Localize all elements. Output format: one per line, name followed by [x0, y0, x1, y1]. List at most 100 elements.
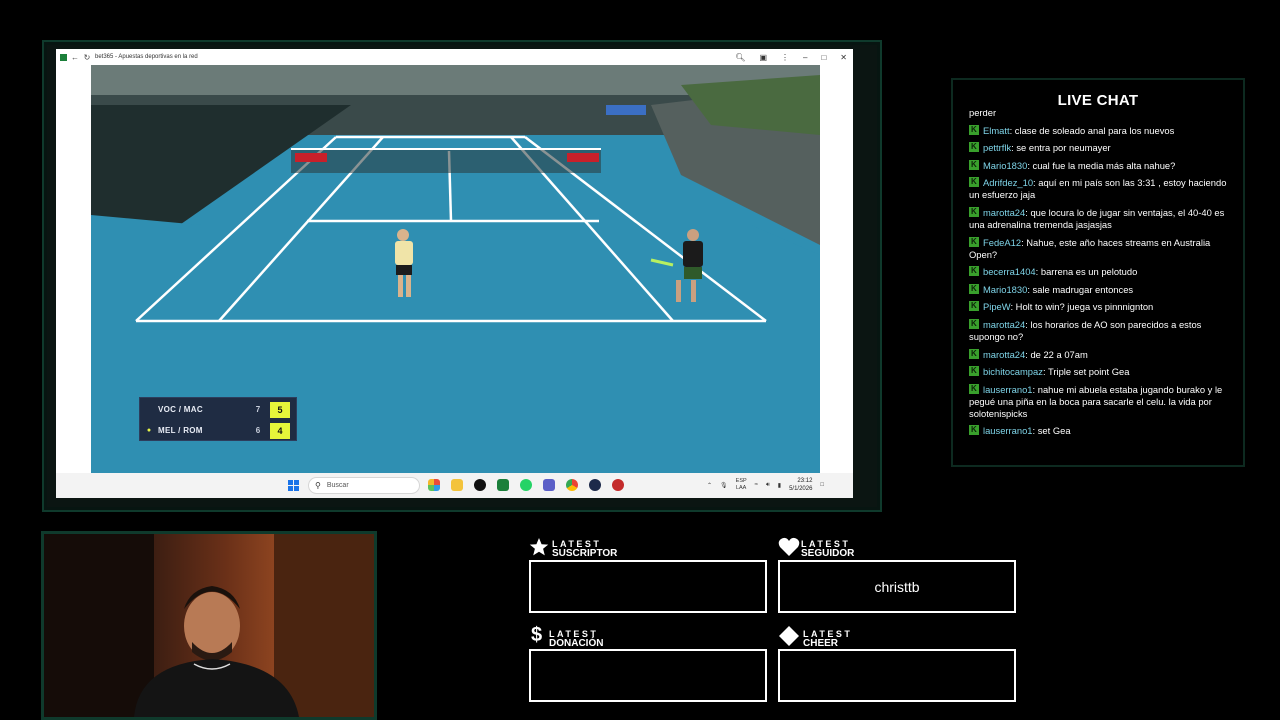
chat-message: pettrflk: se entra por neumayer [969, 141, 1231, 154]
system-tray: ⌃ 🎙︎ ESP LAA ≈ 🔊︎ ▮ 23:12 5/1/2026 □ [707, 477, 824, 493]
chat-text: Triple set point Gea [1047, 366, 1130, 378]
chat-text: se entra por neumayer [1016, 142, 1111, 154]
chat-message: FedeA12: Nahue, este año haces streams e… [969, 236, 1231, 261]
extensions-icon[interactable]: ▣ [759, 53, 767, 62]
streamer-webcam [44, 534, 374, 717]
latest-donacion-box [529, 649, 767, 702]
chat-message: becerra1404: barrena es un pelotudo [969, 265, 1231, 278]
minimize-button[interactable]: – [803, 53, 807, 62]
zoom-icon[interactable]: 🔍︎ [735, 53, 745, 62]
chat-text: clase de soleado anal para los nuevos [1014, 124, 1175, 136]
lang-top: ESP [735, 478, 747, 484]
kick-badge-icon [969, 318, 979, 330]
chat-username[interactable]: marotta24 [983, 349, 1025, 360]
heart-icon [778, 537, 800, 562]
maximize-button[interactable]: □ [821, 53, 826, 62]
team-name: MEL / ROM [158, 426, 203, 435]
chat-text: set Gea [1037, 425, 1071, 437]
more-menu-icon[interactable]: ⋮ [781, 53, 789, 62]
diamond-icon [779, 626, 799, 651]
scoreboard: VOC / MAC 7 5 ● MEL / ROM 6 4 [139, 397, 297, 441]
chat-messages: Elmatt: clase de soleado anal para los n… [969, 124, 1231, 438]
kick-badge-icon [969, 141, 979, 153]
back-arrow-icon[interactable]: ← [71, 53, 79, 62]
file-explorer-icon[interactable] [451, 479, 463, 491]
tiktok-icon[interactable] [474, 479, 486, 491]
titlebar-controls: 🔍︎ ▣ ⋮ – □ ✕ [735, 49, 847, 65]
clock-date: 5/1/2026 [789, 486, 813, 492]
clock-time: 23:12 [797, 478, 813, 484]
bet365-favicon-icon [60, 53, 67, 61]
battery-icon[interactable]: ▮ [778, 482, 781, 489]
kick-badge-icon [969, 300, 979, 312]
chat-username[interactable]: Elmatt [983, 125, 1010, 136]
kick-badge-icon [969, 206, 979, 218]
kick-badge-icon [969, 124, 979, 136]
mic-icon[interactable]: 🎙︎ [720, 482, 728, 489]
language-indicator[interactable]: ESP LAA [736, 478, 747, 492]
bet365-app-icon[interactable] [497, 479, 509, 491]
latest-suscriptor-box [529, 560, 767, 613]
chat-text: de 22 a 07am [1030, 348, 1088, 360]
latest-donacion-label: LATEST DONACIÓN [549, 629, 604, 649]
chevron-up-icon[interactable]: ⌃ [707, 482, 712, 489]
chat-message: lauserrano1: set Gea [969, 424, 1231, 437]
close-button[interactable]: ✕ [840, 53, 847, 62]
latest-seguidor-label: LATEST SEGUIDOR [801, 539, 855, 559]
live-chat-title: LIVE CHAT [1057, 92, 1139, 109]
chat-username[interactable]: lauserrano1 [983, 384, 1033, 395]
kick-badge-icon [969, 236, 979, 248]
latest-cheer-label: LATEST CHEER [803, 629, 853, 649]
chat-text: Holt to win? juega vs pinnnignton [1015, 301, 1154, 313]
kick-badge-icon [969, 365, 979, 377]
chat-message: marotta24: que locura lo de jugar sin ve… [969, 206, 1231, 231]
chat-username[interactable]: PipeW [983, 301, 1010, 312]
latest-suscriptor-label: LATEST SUSCRIPTOR [552, 539, 618, 559]
volume-icon[interactable]: 🔊︎ [766, 482, 770, 489]
wifi-icon[interactable]: ≈ [755, 482, 758, 488]
live-chat-list[interactable]: perder Elmatt: clase de soleado anal par… [969, 110, 1231, 452]
latest-seguidor-box: christtb [778, 560, 1016, 613]
teams-icon[interactable] [543, 479, 555, 491]
chat-username[interactable]: pettrflk [983, 142, 1011, 153]
copilot-icon[interactable] [428, 479, 440, 491]
chat-username[interactable]: Mario1830 [983, 284, 1027, 295]
clock[interactable]: 23:12 5/1/2026 [789, 477, 812, 493]
chat-username[interactable]: bichitocampaz [983, 366, 1043, 377]
notification-icon[interactable]: □ [820, 482, 824, 488]
windows-start-icon[interactable] [288, 480, 300, 492]
latest-cheer-box [778, 649, 1016, 702]
taskbar-search-input[interactable]: ⚲ Buscar [308, 477, 420, 494]
chat-message: PipeW: Holt to win? juega vs pinnnignton [969, 300, 1231, 313]
chat-username[interactable]: marotta24 [983, 207, 1025, 218]
chat-username[interactable]: marotta24 [983, 319, 1025, 330]
chat-username[interactable]: FedeA12 [983, 237, 1021, 248]
app-icon[interactable] [589, 479, 601, 491]
browser-titlebar: ← ↻ bet365 - Apuestas deportivas en la r… [56, 49, 853, 65]
kick-badge-icon [969, 348, 979, 360]
chat-username[interactable]: Mario1830 [983, 160, 1027, 171]
reload-icon[interactable]: ↻ [83, 53, 91, 62]
search-icon: ⚲ [315, 481, 321, 490]
score-row-team2: ● MEL / ROM 6 4 [140, 420, 298, 441]
whatsapp-icon[interactable] [520, 479, 532, 491]
chat-message: Mario1830: cual fue la media más alta na… [969, 159, 1231, 172]
chat-username[interactable]: lauserrano1 [983, 425, 1033, 436]
chat-username[interactable]: Adrifdez_10 [983, 177, 1033, 188]
lang-bottom: LAA [735, 485, 747, 491]
taskbar-apps [428, 479, 624, 491]
chat-username[interactable]: becerra1404 [983, 266, 1036, 277]
app-red-icon[interactable] [612, 479, 624, 491]
tab-title: bet365 - Apuestas deportivas en la red [95, 54, 198, 60]
chat-text: barrena es un pelotudo [1040, 266, 1138, 278]
chat-message: lauserrano1: nahue mi abuela estaba juga… [969, 383, 1231, 420]
chat-message: Elmatt: clase de soleado anal para los n… [969, 124, 1231, 137]
chat-text: cual fue la media más alta nahue? [1032, 159, 1176, 171]
set2-score: 4 [270, 422, 290, 439]
chat-message-partial: perder [969, 110, 997, 118]
kick-badge-icon [969, 265, 979, 277]
chat-message: marotta24: los horarios de AO son pareci… [969, 318, 1231, 343]
chrome-icon[interactable] [566, 479, 578, 491]
chat-text: sale madrugar entonces [1032, 283, 1134, 295]
kick-badge-icon [969, 283, 979, 295]
